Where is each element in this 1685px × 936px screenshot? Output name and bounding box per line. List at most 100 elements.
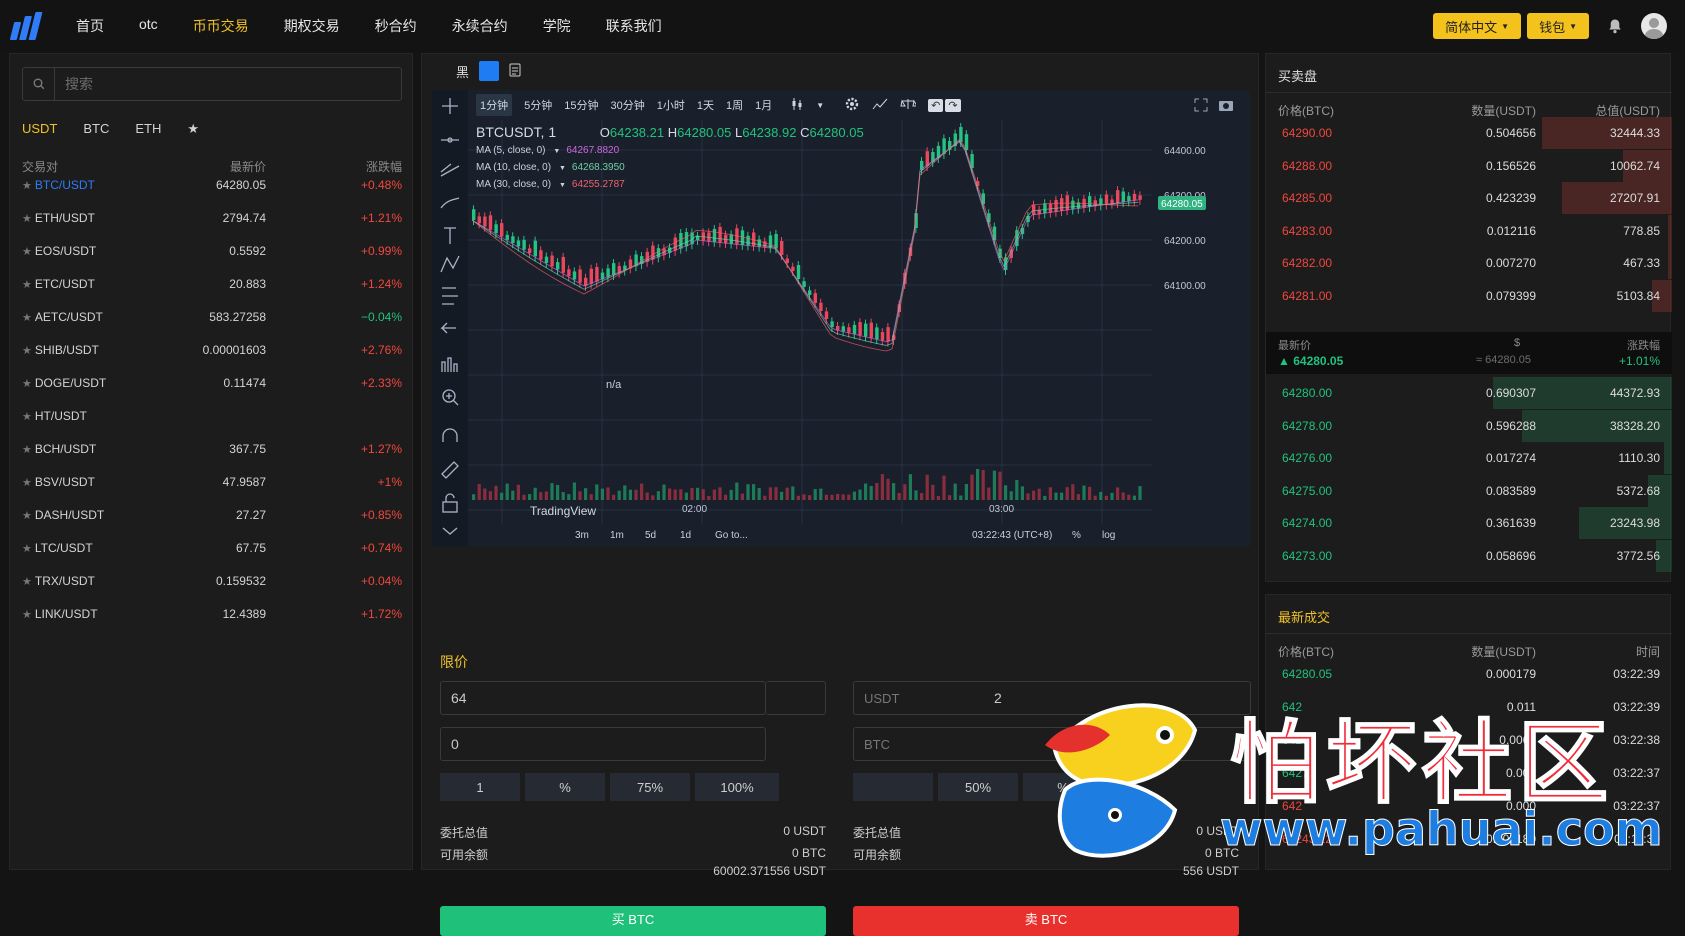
volume-bar bbox=[606, 487, 610, 500]
sell-amount-input[interactable]: BTC bbox=[853, 727, 1251, 761]
market-row[interactable]: ★ DOGE/USDT 0.11474 +2.33% bbox=[22, 365, 402, 400]
trade-time: 03:22:39 bbox=[1613, 700, 1660, 714]
candle-body bbox=[802, 281, 806, 287]
market-row[interactable]: ★ ETH/USDT 2794.74 +1.21% bbox=[22, 200, 402, 235]
market-row[interactable]: ★ BCH/USDT 367.75 +1.27% bbox=[22, 431, 402, 466]
buy-pct-100-button[interactable]: 100% bbox=[695, 773, 779, 801]
nav-item-4[interactable]: 秒合约 bbox=[375, 16, 417, 36]
buy-btc-button[interactable]: 买 BTC bbox=[440, 906, 826, 936]
market-row[interactable]: ★ BTC/USDT 64280.05 +0.48% bbox=[22, 167, 402, 202]
nav-item-2[interactable]: 币币交易 bbox=[193, 16, 249, 36]
ask-row[interactable]: 64290.00 0.504656 32444.33 bbox=[1266, 116, 1672, 150]
volume-bar bbox=[1015, 479, 1019, 500]
ask-row[interactable]: 64285.00 0.423239 27207.91 bbox=[1266, 181, 1672, 215]
candle-body bbox=[757, 239, 761, 247]
nav-item-0[interactable]: 首页 bbox=[76, 16, 104, 36]
sell-pct-75-button[interactable]: % bbox=[1023, 773, 1103, 801]
favorite-star-icon[interactable]: ★ bbox=[22, 312, 32, 324]
range-button-1[interactable]: 1m bbox=[610, 530, 624, 541]
ask-row[interactable]: 64288.00 0.156526 10062.74 bbox=[1266, 149, 1672, 183]
favorite-star-icon[interactable]: ★ bbox=[22, 576, 32, 588]
nav-item-3[interactable]: 期权交易 bbox=[284, 16, 340, 36]
sell-pct-50-button[interactable]: 50% bbox=[938, 773, 1018, 801]
document-icon[interactable] bbox=[509, 63, 521, 80]
market-row[interactable]: ★ LTC/USDT 67.75 +0.74% bbox=[22, 530, 402, 565]
market-row[interactable]: ★ HT/USDT bbox=[22, 398, 402, 433]
buy-pct-25-button[interactable]: 1 bbox=[440, 773, 520, 801]
market-row[interactable]: ★ LINK/USDT 12.4389 +1.72% bbox=[22, 596, 402, 631]
brand-logo[interactable] bbox=[9, 12, 46, 40]
bell-icon[interactable] bbox=[1607, 18, 1623, 34]
favorite-star-icon[interactable]: ★ bbox=[22, 345, 32, 357]
wallet-dropdown[interactable]: 钱包 ▼ bbox=[1527, 13, 1589, 39]
favorite-star-icon[interactable]: ★ bbox=[22, 477, 32, 489]
ask-row[interactable]: 64281.00 0.079399 5103.84 bbox=[1266, 279, 1672, 313]
ask-row[interactable]: 64283.00 0.012116 778.85 bbox=[1266, 214, 1672, 248]
market-row[interactable]: ★ BSV/USDT 47.9587 +1% bbox=[22, 464, 402, 499]
market-row[interactable]: ★ TRX/USDT 0.159532 +0.04% bbox=[22, 563, 402, 598]
scale-toggle-0[interactable]: % bbox=[1072, 530, 1081, 541]
market-row[interactable]: ★ AETC/USDT 583.27258 −0.04% bbox=[22, 299, 402, 334]
volume-bar bbox=[511, 490, 515, 500]
price-axis-label: 64200.00 bbox=[1164, 236, 1206, 247]
buy-amount-input[interactable]: 0 bbox=[440, 727, 766, 761]
mid-usd-value: ≈ 64280.05 bbox=[1476, 354, 1531, 366]
nav-item-6[interactable]: 学院 bbox=[543, 16, 571, 36]
nav-item-5[interactable]: 永续合约 bbox=[452, 16, 508, 36]
scale-toggle-1[interactable]: log bbox=[1102, 530, 1115, 541]
market-row[interactable]: ★ ETC/USDT 20.883 +1.24% bbox=[22, 266, 402, 301]
bid-row[interactable]: 64276.00 0.017274 1110.30 bbox=[1266, 441, 1672, 475]
favorite-star-icon[interactable]: ★ bbox=[22, 279, 32, 291]
top-navbar: 首页 otc 币币交易 期权交易 秒合约 永续合约 学院 联系我们 简体中文 ▼ 钱包 ▼ bbox=[0, 0, 1685, 52]
range-button-4[interactable]: Go to... bbox=[715, 530, 748, 541]
market-row[interactable]: ★ DASH/USDT 27.27 +0.85% bbox=[22, 497, 402, 532]
buy-pct-50-button[interactable]: % bbox=[525, 773, 605, 801]
range-button-3[interactable]: 1d bbox=[680, 530, 691, 541]
volume-bar bbox=[1076, 494, 1080, 500]
bid-row[interactable]: 64273.00 0.058696 3772.56 bbox=[1266, 539, 1672, 573]
range-button-0[interactable]: 3m bbox=[575, 530, 589, 541]
sell-price-input[interactable]: USDT 2 bbox=[853, 681, 1251, 715]
quote-tab-2[interactable]: ETH bbox=[135, 121, 161, 137]
favorite-star-icon[interactable]: ★ bbox=[22, 510, 32, 522]
favorite-star-icon[interactable]: ★ bbox=[22, 444, 32, 456]
buy-pct-75-button[interactable]: 75% bbox=[610, 773, 690, 801]
sell-btc-button[interactable]: 卖 BTC bbox=[853, 906, 1239, 936]
theme-blue-swatch[interactable] bbox=[479, 61, 500, 81]
favorite-star-icon[interactable]: ★ bbox=[22, 543, 32, 555]
candle-body bbox=[791, 266, 795, 271]
volume-bar bbox=[1043, 495, 1047, 500]
market-row[interactable]: ★ EOS/USDT 0.5592 +0.99% bbox=[22, 233, 402, 268]
language-dropdown[interactable]: 简体中文 ▼ bbox=[1433, 13, 1522, 39]
theme-dark-toggle[interactable]: 黑 bbox=[456, 62, 469, 81]
bid-row[interactable]: 64280.00 0.690307 44372.93 bbox=[1266, 376, 1672, 410]
nav-item-1[interactable]: otc bbox=[139, 16, 158, 36]
quote-tab-1[interactable]: BTC bbox=[83, 121, 109, 137]
range-button-2[interactable]: 5d bbox=[645, 530, 656, 541]
favorite-star-icon[interactable]: ★ bbox=[22, 213, 32, 225]
caret-down-icon[interactable]: ▼ bbox=[551, 148, 560, 155]
caret-down-icon[interactable]: ▼ bbox=[557, 182, 566, 189]
caret-down-icon[interactable]: ▼ bbox=[557, 165, 566, 172]
bid-row[interactable]: 64275.00 0.083589 5372.68 bbox=[1266, 474, 1672, 508]
market-row[interactable]: ★ SHIB/USDT 0.00001603 +2.76% bbox=[22, 332, 402, 367]
favorite-star-icon[interactable]: ★ bbox=[22, 609, 32, 621]
sell-pct-25-button[interactable] bbox=[853, 773, 933, 801]
order-type-label[interactable]: 限价 bbox=[440, 652, 468, 672]
price-chart[interactable]: 1分钟 5分钟 15分钟 30分钟 1小时 1天 1周 1月 ▼ ↶ ↷ 64400.00 64… bbox=[432, 90, 1250, 546]
favorite-star-icon[interactable]: ★ bbox=[22, 180, 32, 192]
level-price: 64280.00 bbox=[1282, 386, 1333, 400]
user-avatar[interactable] bbox=[1641, 13, 1667, 39]
nav-item-7[interactable]: 联系我们 bbox=[606, 16, 662, 36]
bid-row[interactable]: 64278.00 0.596288 38328.20 bbox=[1266, 409, 1672, 443]
ask-row[interactable]: 64282.00 0.007270 467.33 bbox=[1266, 246, 1672, 280]
favorite-star-icon[interactable]: ★ bbox=[22, 378, 32, 390]
buy-price-input[interactable]: 64 bbox=[440, 681, 766, 715]
favorite-star-icon[interactable]: ★ bbox=[22, 411, 32, 423]
caret-down-icon: ▼ bbox=[1501, 21, 1510, 31]
quote-tab-3[interactable]: ★ bbox=[187, 121, 199, 137]
bid-row[interactable]: 64274.00 0.361639 23243.98 bbox=[1266, 506, 1672, 540]
search-input[interactable]: 搜索 bbox=[22, 67, 402, 101]
quote-tab-0[interactable]: USDT bbox=[22, 121, 57, 137]
favorite-star-icon[interactable]: ★ bbox=[22, 246, 32, 258]
